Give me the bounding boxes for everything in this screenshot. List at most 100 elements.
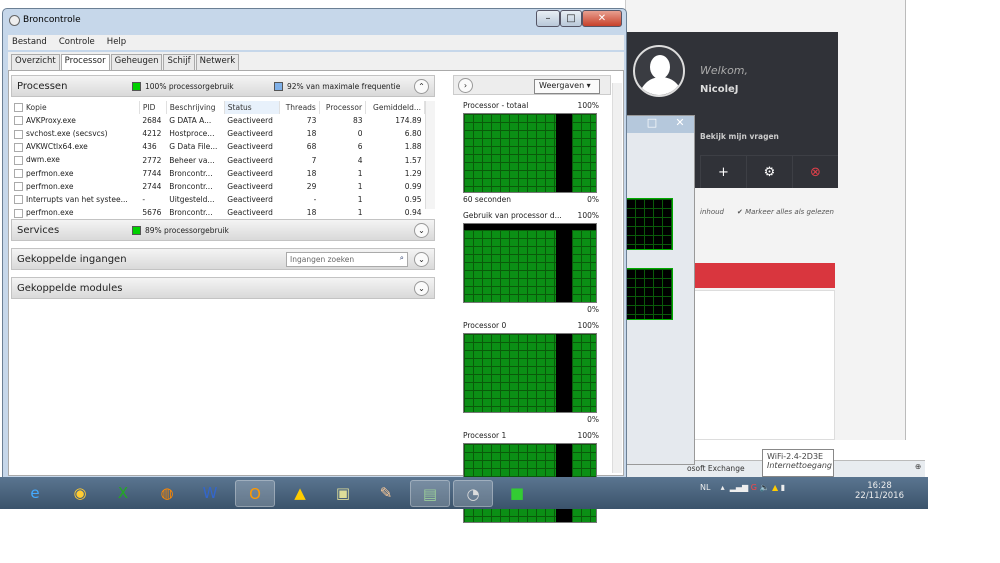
cell-text: 1 <box>357 195 363 205</box>
cell-text: Broncontr... <box>169 182 213 192</box>
cell: 1.29 <box>366 167 425 180</box>
services-header[interactable]: Services 89% processorgebruik ⌄ <box>11 219 435 241</box>
table-row[interactable]: perfmon.exe 7744 Broncontr... Geactiveerd 18… <box>11 167 425 180</box>
minimize-button[interactable]: – <box>536 10 560 27</box>
title-bar[interactable]: Broncontrole – □ ✕ <box>3 9 626 33</box>
views-dropdown[interactable]: Weergaven ▾ <box>534 79 600 94</box>
outlook-icon[interactable]: O <box>235 480 275 507</box>
cell: perfmon.exe <box>11 206 139 219</box>
column-header[interactable]: Status <box>224 101 281 114</box>
table-row[interactable]: perfmon.exe 5676 Broncontr... Geactiveerd 18… <box>11 206 425 219</box>
logout-icon[interactable]: ⊗ <box>792 156 838 188</box>
modules-header[interactable]: Gekoppelde modules ⌄ <box>11 277 435 299</box>
cell: 6 <box>319 140 365 153</box>
column-header[interactable]: Beschrijving <box>166 101 225 114</box>
cpu-graph: Gebruik van processor d... 100% 0% <box>455 209 599 315</box>
cell: 6.80 <box>366 127 425 140</box>
checkbox[interactable] <box>14 129 23 139</box>
chevron-down-icon[interactable]: ⌄ <box>414 252 429 267</box>
processes-header[interactable]: Processen 100% processorgebruik 92% van … <box>11 75 435 97</box>
graph-fill <box>572 114 596 192</box>
zoom-in-icon[interactable]: ⊕ <box>915 462 921 471</box>
handles-search-input[interactable]: Ingangen zoeken ⌕ <box>286 252 408 267</box>
menu-help[interactable]: Help <box>107 35 126 50</box>
checkbox[interactable] <box>14 195 23 205</box>
menu-controle[interactable]: Controle <box>59 35 95 50</box>
content-area: Processen 100% processorgebruik 92% van … <box>8 70 624 523</box>
cell: 436 <box>139 140 166 153</box>
chevron-down-icon[interactable]: ⌄ <box>414 281 429 296</box>
column-header[interactable]: Gemiddeld... <box>365 101 425 114</box>
handles-header[interactable]: Gekoppelde ingangen Ingangen zoeken ⌕ ⌄ <box>11 248 435 270</box>
resource-monitor-taskbar-icon[interactable]: ▤ <box>410 480 450 507</box>
search-icon[interactable]: ⌕ <box>400 253 404 263</box>
views-label: Weergaven <box>539 81 585 90</box>
clock[interactable]: 16:28 22/11/2016 <box>855 481 904 501</box>
column-header[interactable]: Processor <box>319 101 367 114</box>
column-header[interactable]: Kopie <box>11 101 140 114</box>
table-row[interactable]: perfmon.exe 2744 Broncontr... Geactiveerd 29… <box>11 180 425 193</box>
firefox-icon[interactable]: ◍ <box>147 480 187 507</box>
checkbox[interactable] <box>14 208 23 218</box>
word-icon[interactable]: W <box>190 480 230 507</box>
menu-bestand[interactable]: Bestand <box>12 35 47 50</box>
checkbox[interactable] <box>14 103 23 113</box>
checkbox[interactable] <box>14 116 23 126</box>
internet-explorer-icon[interactable]: e <box>15 480 55 507</box>
paint-icon[interactable]: ✎ <box>366 480 406 507</box>
table-row[interactable]: AVKProxy.exe 2684 G DATA A... Geactiveerd 73… <box>11 114 425 127</box>
checkbox[interactable] <box>14 142 23 152</box>
username: NicoleJ <box>700 84 739 95</box>
excel-icon[interactable]: X <box>103 480 143 507</box>
cell-text: 4 <box>357 155 363 165</box>
google-drive-icon[interactable]: ▲ <box>280 480 320 507</box>
tab-schijf[interactable]: Schijf <box>163 54 195 70</box>
column-header[interactable]: Threads <box>279 101 320 114</box>
power-icon[interactable]: ▮ <box>781 483 785 492</box>
cell: 7744 <box>139 167 166 180</box>
chevron-right-icon[interactable]: › <box>458 78 473 93</box>
table-row[interactable]: svchost.exe (secsvcs) 4212 Hostproce... Gea… <box>11 127 425 140</box>
table-row[interactable]: Interrupts van het systee... - Uitgesteld.… <box>11 193 425 206</box>
chevron-up-icon[interactable]: ⌃ <box>414 79 429 94</box>
checkbox[interactable] <box>14 182 23 192</box>
table-row[interactable]: AVKWCtlx64.exe 436 G Data File... Geactivee… <box>11 140 425 153</box>
tab-netwerk[interactable]: Netwerk <box>195 54 240 70</box>
tab-processor[interactable]: Processor <box>60 54 110 70</box>
mark-all-read-link[interactable]: ✔ Markeer alles als gelezen <box>737 208 834 216</box>
chrome-icon[interactable]: ◉ <box>60 480 100 507</box>
language-indicator[interactable]: NL <box>700 483 710 492</box>
close-icon[interactable]: ✕ <box>666 116 694 133</box>
gdata-icon[interactable]: G <box>751 483 757 492</box>
maximize-button[interactable]: □ <box>560 10 582 27</box>
volume-icon[interactable]: 🔈 <box>760 483 770 492</box>
contents-link[interactable]: inhoud <box>700 208 724 216</box>
tab-geheugen[interactable]: Geheugen <box>110 54 163 70</box>
tab-overzicht[interactable]: Overzicht <box>11 54 60 70</box>
processes-scrollbar[interactable] <box>425 101 435 209</box>
cell-text: Geactiveerd <box>227 182 273 192</box>
network-icon[interactable]: ▂▄▆ <box>730 483 748 492</box>
graphs-scrollbar[interactable] <box>612 83 622 473</box>
graph-title: Processor 1 <box>463 431 507 440</box>
gear-icon[interactable]: ⚙ <box>746 156 792 188</box>
cell: Geactiveerd <box>224 154 279 167</box>
cpu-usage-swatch <box>132 82 141 91</box>
show-hidden-icon[interactable]: ▴ <box>721 483 725 492</box>
app-icon[interactable]: ▣ <box>323 480 363 507</box>
minecraft-icon[interactable]: ■ <box>497 480 537 507</box>
cell: Geactiveerd <box>224 127 279 140</box>
performance-icon[interactable]: ◔ <box>453 480 493 507</box>
table-row[interactable]: dwm.exe 2772 Beheer va... Geactiveerd 7 4 1.57 <box>11 154 425 167</box>
drive-sync-icon[interactable]: ▲ <box>772 483 778 492</box>
checkbox[interactable] <box>14 169 23 179</box>
maximize-icon[interactable]: □ <box>638 116 666 133</box>
close-button[interactable]: ✕ <box>582 10 622 27</box>
column-header[interactable]: PID <box>139 101 167 114</box>
cell-text: 6 <box>357 142 363 152</box>
my-questions-link[interactable]: Bekijk mijn vragen <box>700 132 779 141</box>
chevron-down-icon[interactable]: ⌄ <box>414 223 429 238</box>
cell: 1 <box>319 167 365 180</box>
checkbox[interactable] <box>14 155 23 165</box>
plus-icon[interactable]: + <box>700 156 746 188</box>
